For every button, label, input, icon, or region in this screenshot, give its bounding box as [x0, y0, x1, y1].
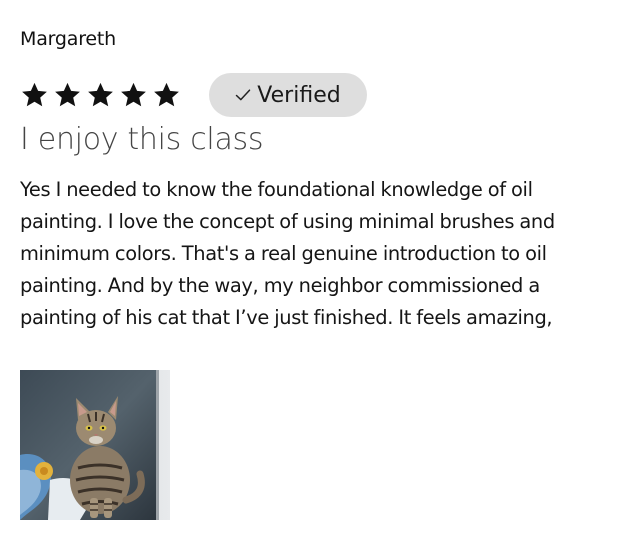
verified-badge: Verified — [209, 73, 367, 117]
review-body: Yes I needed to know the foundational kn… — [20, 178, 555, 329]
star-icon — [22, 82, 47, 107]
star-icon — [55, 82, 80, 107]
star-rating — [20, 81, 181, 109]
check-icon — [236, 89, 251, 101]
reviewer-name: Margareth — [20, 28, 116, 50]
rating-row: Verified — [20, 72, 367, 118]
review-photo[interactable] — [20, 370, 170, 520]
star-icon — [154, 82, 179, 107]
star-icon — [88, 82, 113, 107]
verified-label: Verified — [257, 82, 341, 108]
star-icon — [121, 82, 146, 107]
review-title: I enjoy this class — [20, 122, 264, 157]
